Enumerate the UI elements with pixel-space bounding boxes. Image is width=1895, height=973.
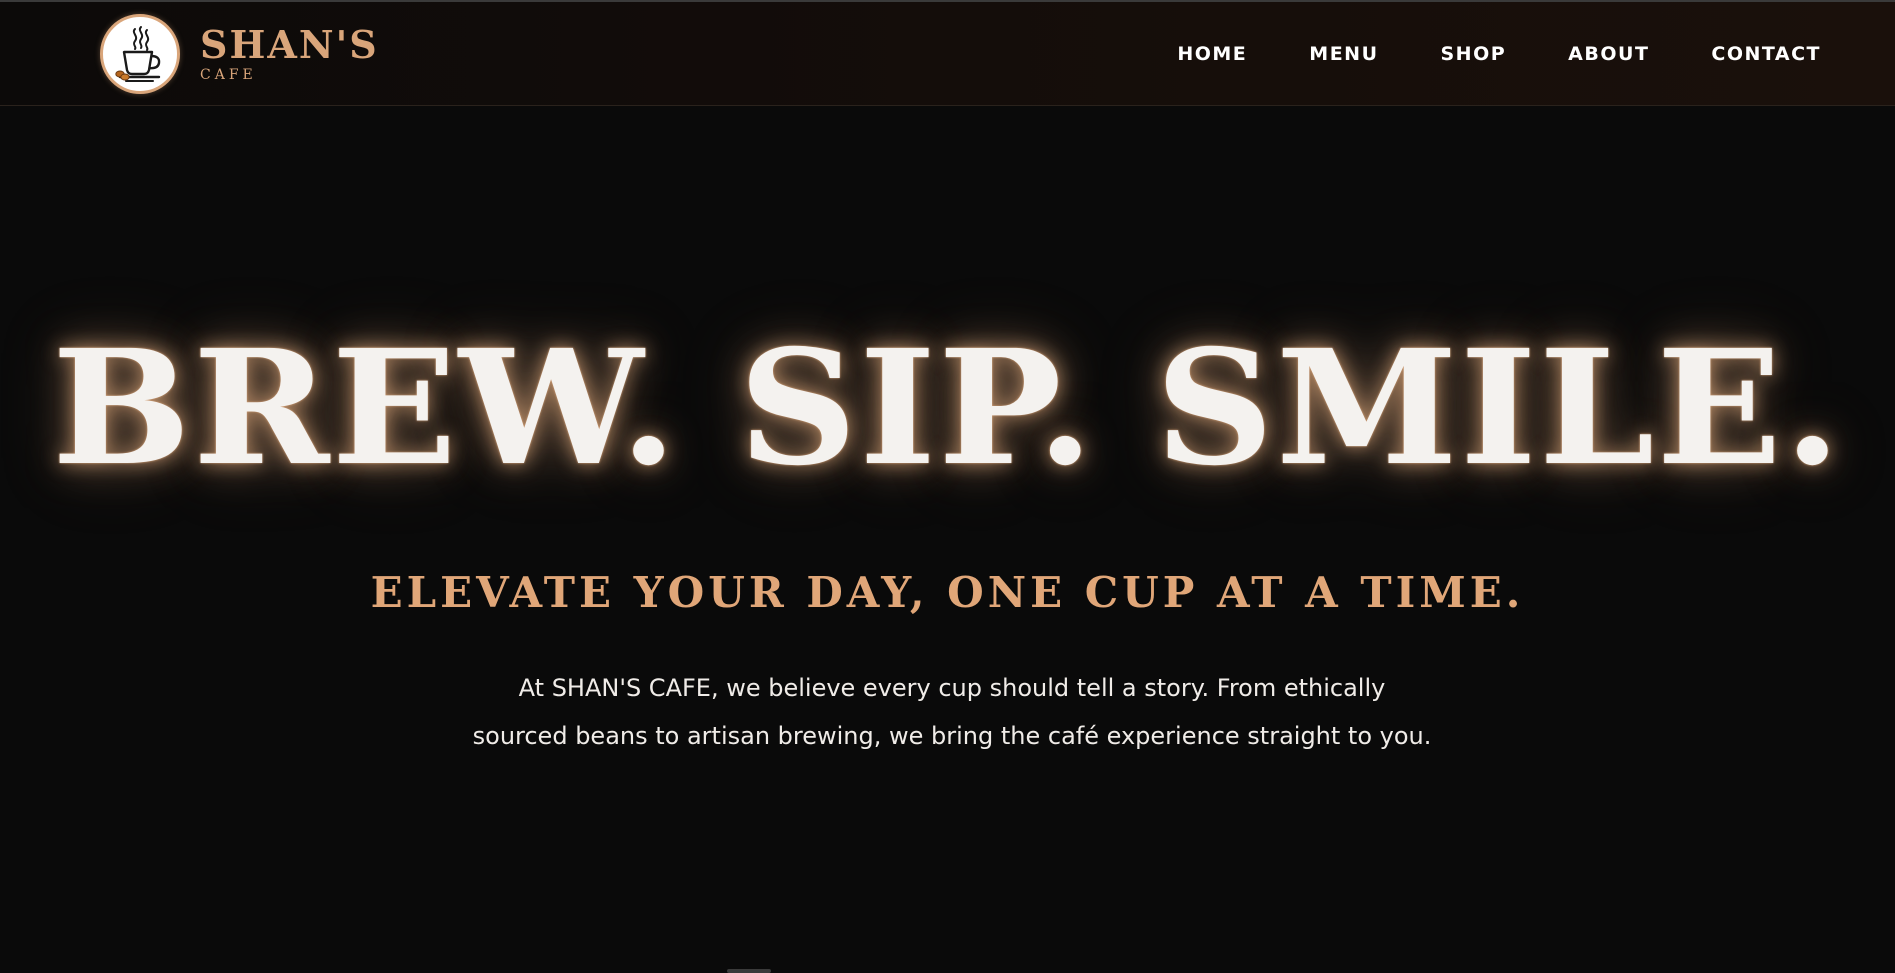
hero-tagline: ELEVATE YOUR DAY, ONE CUP AT A TIME.: [370, 568, 1525, 617]
brand-subtitle: CAFE: [200, 67, 257, 83]
nav-item-about[interactable]: ABOUT: [1568, 43, 1649, 65]
coffee-cup-steam-icon: [100, 14, 180, 94]
brand-logo-link[interactable]: SHAN'S CAFE: [100, 14, 379, 94]
nav-item-shop[interactable]: SHOP: [1441, 43, 1507, 65]
brand-text: SHAN'S CAFE: [200, 22, 379, 83]
nav-item-contact[interactable]: CONTACT: [1711, 43, 1821, 65]
hero-description: At SHAN'S CAFE, we believe every cup sho…: [472, 674, 1432, 750]
brand-name: SHAN'S: [200, 22, 379, 67]
navbar: SHAN'S CAFE HOME MENU SHOP ABOUT CONTACT: [0, 2, 1895, 106]
main-nav: HOME MENU SHOP ABOUT CONTACT: [1177, 2, 1821, 106]
nav-item-menu[interactable]: MENU: [1309, 43, 1378, 65]
nav-item-home[interactable]: HOME: [1177, 43, 1247, 65]
scroll-indicator: [727, 969, 771, 973]
hero-title: BREW. SIP. SMILE.: [51, 316, 1844, 501]
